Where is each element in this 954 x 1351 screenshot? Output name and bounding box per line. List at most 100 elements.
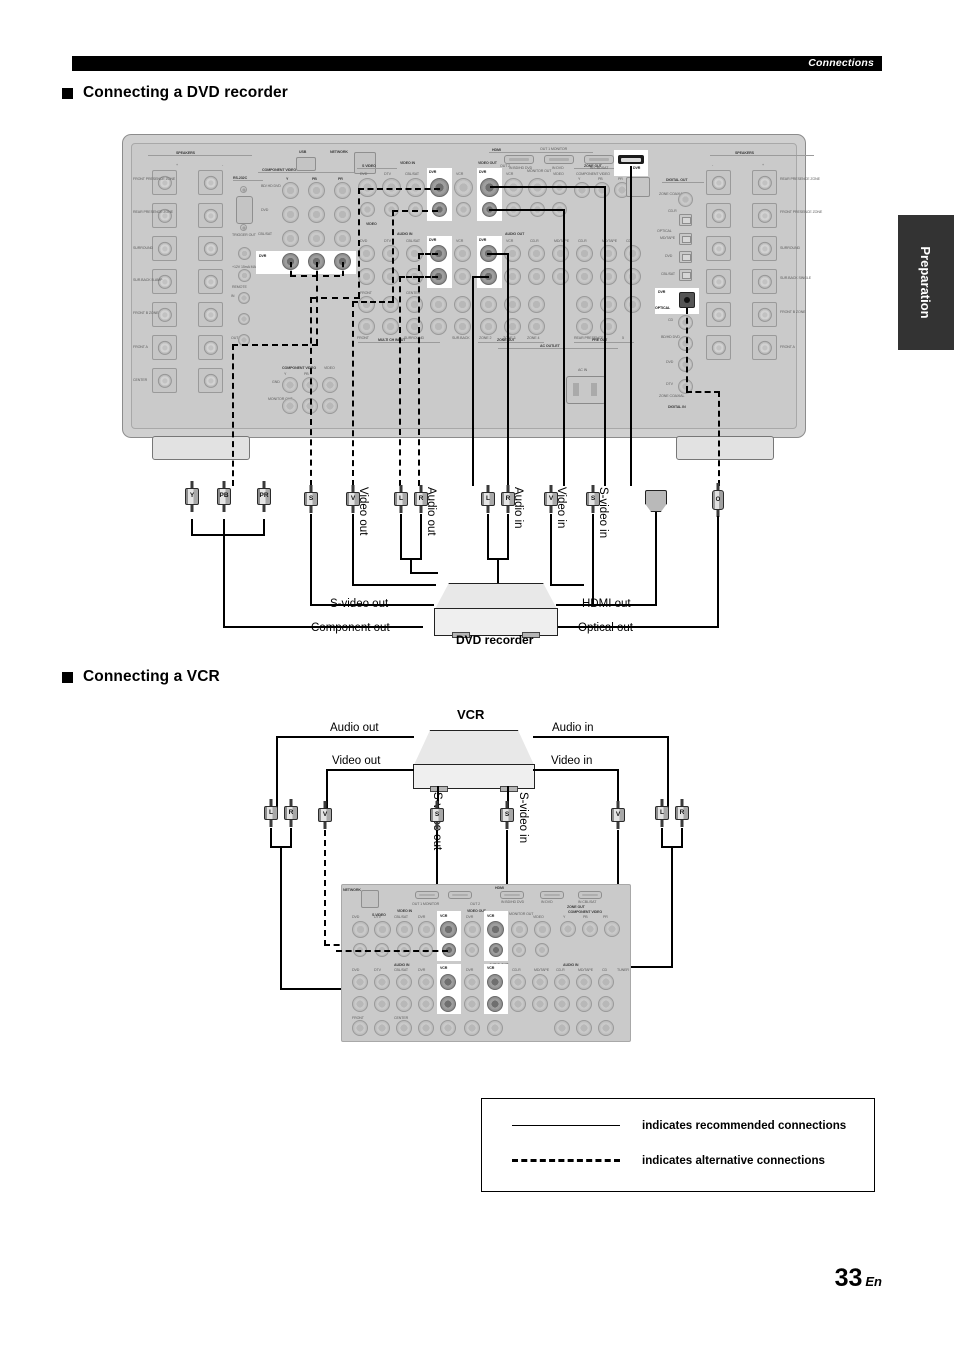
- page-number-lang: En: [865, 1274, 882, 1289]
- legend-box: indicates recommended connections indica…: [481, 1098, 875, 1192]
- vcr-video-out-plug: V: [318, 801, 332, 829]
- audio-in-jack-2: [576, 974, 592, 990]
- wire-vcr-vi-h: [533, 769, 619, 771]
- plug-tip: [505, 822, 509, 829]
- wire-vcr-vo-down: [324, 830, 326, 946]
- vcr-s-video-in-plug: S: [500, 801, 514, 829]
- plug-label: S: [504, 810, 510, 818]
- multi-ch-jack-2: [352, 1020, 368, 1036]
- label-video-3: VIDEO: [533, 915, 544, 919]
- video-out-vcr-label: VCR: [487, 914, 495, 918]
- audio-in-jack-2: [374, 974, 390, 990]
- zone-component-jack-2: [582, 921, 598, 937]
- vcr-audio-out-left-plug: L: [264, 799, 278, 827]
- audio-in-jack-2: [418, 996, 434, 1012]
- plug-label: V: [615, 810, 621, 818]
- hdmi-port-2: [415, 891, 439, 899]
- plug-tip: [660, 820, 664, 827]
- multi-ch-jack-2: [440, 1020, 456, 1036]
- hdmi-out1-label-2: OUT 1 MONITOR: [412, 902, 440, 906]
- plug-tip: [680, 820, 684, 827]
- audio-in-jack-2: [598, 974, 614, 990]
- audio-src-label-2: CD: [602, 968, 607, 972]
- audio-out-jack-2: [510, 996, 526, 1012]
- audio-out-vcr-l-jack: [487, 974, 503, 990]
- label-vcr-audio-out: Audio out: [330, 722, 379, 734]
- label-vcr-video-out: Video out: [332, 755, 381, 767]
- zone-component-jack-2: [604, 921, 620, 937]
- label-vcr-audio-in: Audio in: [552, 722, 594, 734]
- audio-src-label-2: CBL/SAT: [394, 968, 409, 972]
- vcr-audio-out-right-plug: R: [284, 799, 298, 827]
- label-component-video-3: COMPONENT VIDEO: [568, 910, 603, 914]
- audio-in-jack-2: [396, 996, 412, 1012]
- video-src-label-2: DTV: [374, 915, 381, 919]
- legend-solid-line-icon: [512, 1124, 620, 1126]
- vcr-audio-in-right-plug: R: [675, 799, 689, 827]
- audio-out-jack-2: [510, 974, 526, 990]
- audio-src-label-2: DVR: [466, 968, 474, 972]
- pre-out-jack-2: [554, 1020, 570, 1036]
- audio-in-jack-2: [464, 974, 480, 990]
- video-jack-2: [465, 943, 479, 957]
- audio-in-jack-2: [554, 996, 570, 1012]
- label-zone-out-3: ZONE OUT: [567, 905, 585, 909]
- audio-in-jack-2: [554, 974, 570, 990]
- video-src-label-2: DVR: [418, 915, 426, 919]
- multi-ch-jack-2: [396, 1020, 412, 1036]
- plug-tip: [323, 801, 327, 808]
- wire-vcr-aol: [270, 828, 272, 848]
- audio-in-jack-2: [464, 996, 480, 1012]
- audio-in-jack-2: [576, 996, 592, 1012]
- audio-out-jack-2: [532, 974, 548, 990]
- audio-out-vcr-r-jack: [487, 996, 503, 1012]
- wire-vcr-ai-v: [667, 736, 669, 808]
- audio-src-label-2: DVR: [418, 968, 426, 972]
- label-vcr-video-in: Video in: [551, 755, 593, 767]
- label-vcr-svideo-in: S-video in: [517, 792, 529, 844]
- legend-row-recommended: indicates recommended connections: [482, 1114, 874, 1136]
- wire-vcr-ao-down: [280, 846, 282, 990]
- wire-vcr-ai-h: [533, 736, 669, 738]
- wire-vcr-alt-video: [336, 950, 448, 952]
- plug-tip: [289, 820, 293, 827]
- label-hdmi-2: HDMI: [495, 886, 504, 890]
- audio-in-jack-2: [598, 996, 614, 1012]
- vcr-s-video-out-plug: S: [430, 801, 444, 829]
- wire-vcr-ao-h: [276, 736, 414, 738]
- label-y-2: Y: [563, 915, 566, 919]
- video-in-vcr-label: VCR: [440, 914, 448, 918]
- video-in-vcr-s-jack: [440, 921, 457, 938]
- zone-video-jack-2: [535, 943, 549, 957]
- multi-ch-jack-2: [418, 1020, 434, 1036]
- video-out-vcr-s-jack: [487, 921, 504, 938]
- plug-label: L: [269, 808, 273, 816]
- plug-tip: [616, 801, 620, 808]
- audio-src-label-2: DVD: [352, 968, 360, 972]
- plug-tip: [660, 799, 664, 806]
- video-src-label-2: DVD: [352, 915, 360, 919]
- s-video-jack-2: [418, 921, 435, 938]
- wire-vcr-ao-v: [276, 736, 278, 808]
- plug-tip: [680, 799, 684, 806]
- wire-vcr-aor: [290, 828, 292, 848]
- plug-tip: [269, 820, 273, 827]
- wire-vcr-ail: [661, 828, 663, 848]
- plug-label: R: [679, 808, 685, 816]
- audio-src-label-2: DTV: [374, 968, 381, 972]
- audio-src-label-2: TUNER: [617, 968, 629, 972]
- legend-alternative-label: indicates alternative connections: [642, 1153, 825, 1167]
- audio-src-label-2: MD/TAPE: [578, 968, 594, 972]
- video-src-label-2: DVR: [466, 915, 474, 919]
- plug-tip: [289, 799, 293, 806]
- audio-out-src-label-2: CD-R: [512, 968, 521, 972]
- hdmi-port-label-2: IN DVD: [541, 900, 553, 904]
- label-pb-2: PB: [583, 915, 588, 919]
- audio-out-vcr-label: VCR: [487, 966, 495, 970]
- page-number: 33 En: [835, 1264, 882, 1293]
- audio-src-label-2: CD-R: [556, 968, 565, 972]
- pre-out-jack-2: [598, 1020, 614, 1036]
- network-port-2: [361, 890, 379, 908]
- s-video-jack-2: [396, 921, 413, 938]
- legend-dashed-line-icon: [512, 1158, 620, 1162]
